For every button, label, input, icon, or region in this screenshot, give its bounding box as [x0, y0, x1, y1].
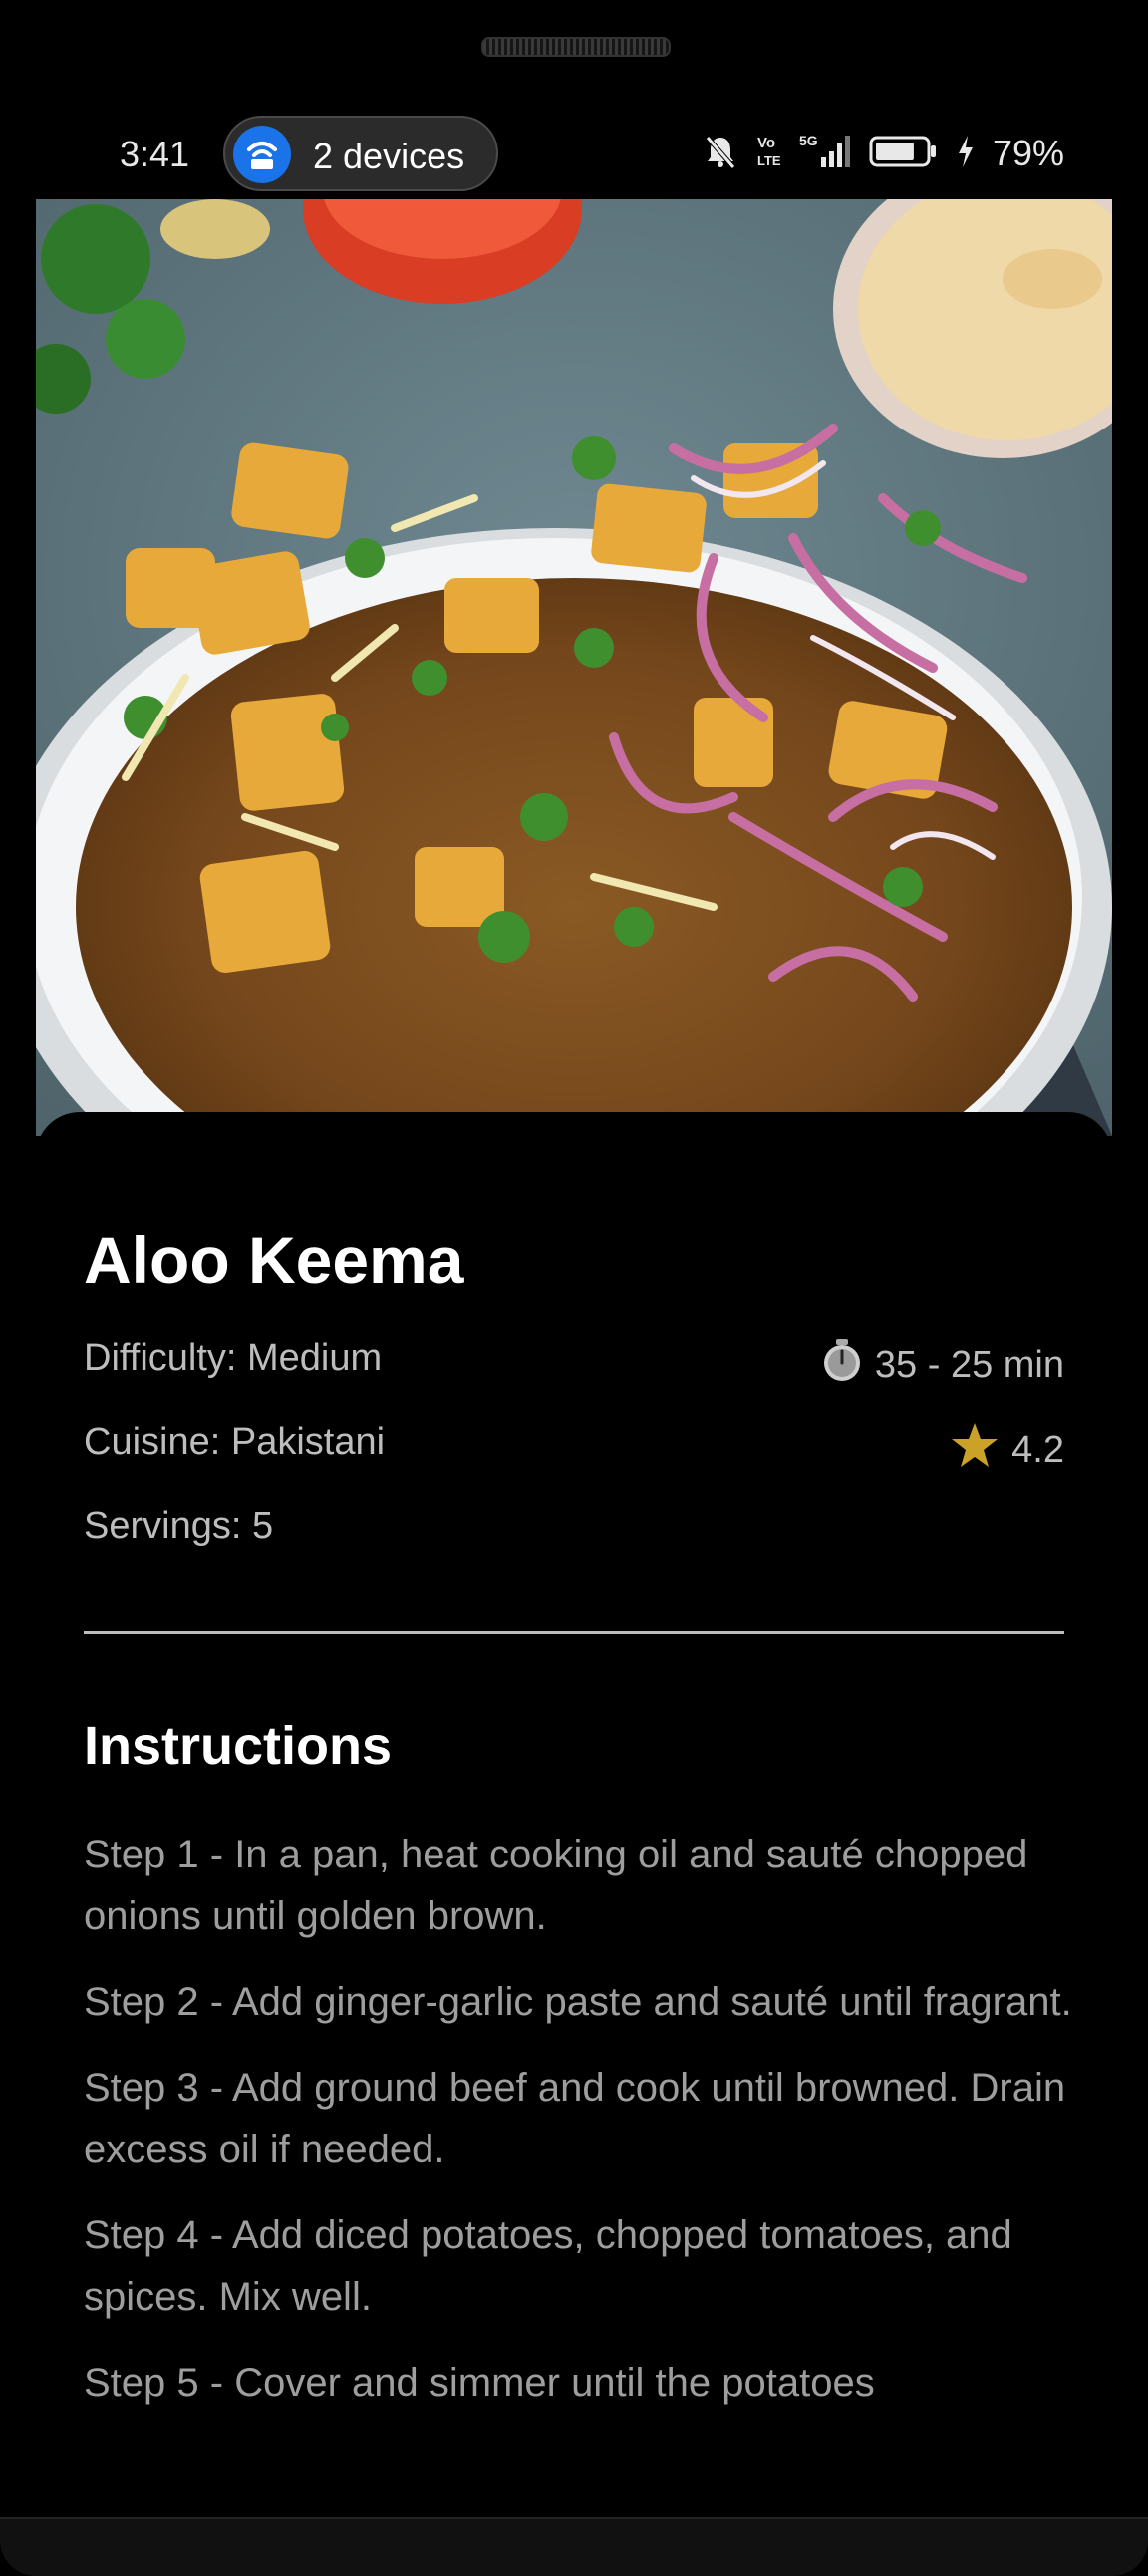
rating-value: 4.2 [1011, 1428, 1064, 1471]
food-photo-illustration [36, 199, 1112, 1136]
status-bar: 3:41 2 devices Vo LTE 5G 79% [0, 114, 1148, 193]
recipe-title: Aloo Keema [84, 1223, 464, 1296]
status-time: 3:41 [120, 134, 190, 174]
instruction-step-2: Step 2 - Add ginger-garlic paste and sau… [84, 1980, 1072, 2024]
difficulty-label: Difficulty: Medium [84, 1337, 383, 1379]
phone-screen: 3:41 2 devices Vo LTE 5G 79% Aloo Keema … [0, 0, 1148, 2576]
system-icons: Vo LTE 5G 79% [704, 132, 1064, 175]
instructions-heading: Instructions [84, 1716, 393, 1776]
bell-off-icon [704, 134, 737, 174]
hotspot-label: 2 devices [313, 136, 465, 176]
cuisine-label: Cuisine: Pakistani [84, 1421, 386, 1463]
instructions-list: Step 1 - In a pan, heat cooking oil and … [84, 1824, 1080, 2437]
recipe-details-sheet: Aloo Keema Difficulty: Medium 35 - 25 mi… [36, 1112, 1112, 2527]
navigation-bar [0, 2517, 1148, 2576]
svg-text:LTE: LTE [757, 153, 781, 168]
section-divider [84, 1631, 1064, 1634]
earpiece-speaker [481, 37, 671, 57]
recipe-image [36, 199, 1112, 1136]
instruction-step-1: Step 1 - In a pan, heat cooking oil and … [84, 1833, 1028, 1938]
instruction-step-5: Step 5 - Cover and simmer until the pota… [84, 2361, 875, 2405]
volte-icon: Vo LTE [755, 132, 781, 176]
battery-percent: 79% [992, 133, 1064, 173]
hotspot-pill[interactable]: 2 devices [223, 116, 498, 191]
signal-icon: 5G [799, 132, 851, 176]
star-icon [950, 1421, 1000, 1479]
battery-icon [869, 134, 939, 174]
instruction-step-3: Step 3 - Add ground beef and cook until … [84, 2066, 1066, 2171]
rating: 4.2 [950, 1421, 1064, 1479]
svg-text:5G: 5G [799, 133, 818, 148]
timer-icon [821, 1337, 863, 1393]
hotspot-icon [233, 126, 291, 183]
svg-text:Vo: Vo [757, 135, 775, 151]
cook-time: 35 - 25 min [821, 1337, 1064, 1393]
charging-icon [957, 134, 975, 174]
servings-label: Servings: 5 [84, 1505, 274, 1547]
instruction-step-4: Step 4 - Add diced potatoes, chopped tom… [84, 2213, 1012, 2319]
cook-time-value: 35 - 25 min [874, 1343, 1064, 1386]
